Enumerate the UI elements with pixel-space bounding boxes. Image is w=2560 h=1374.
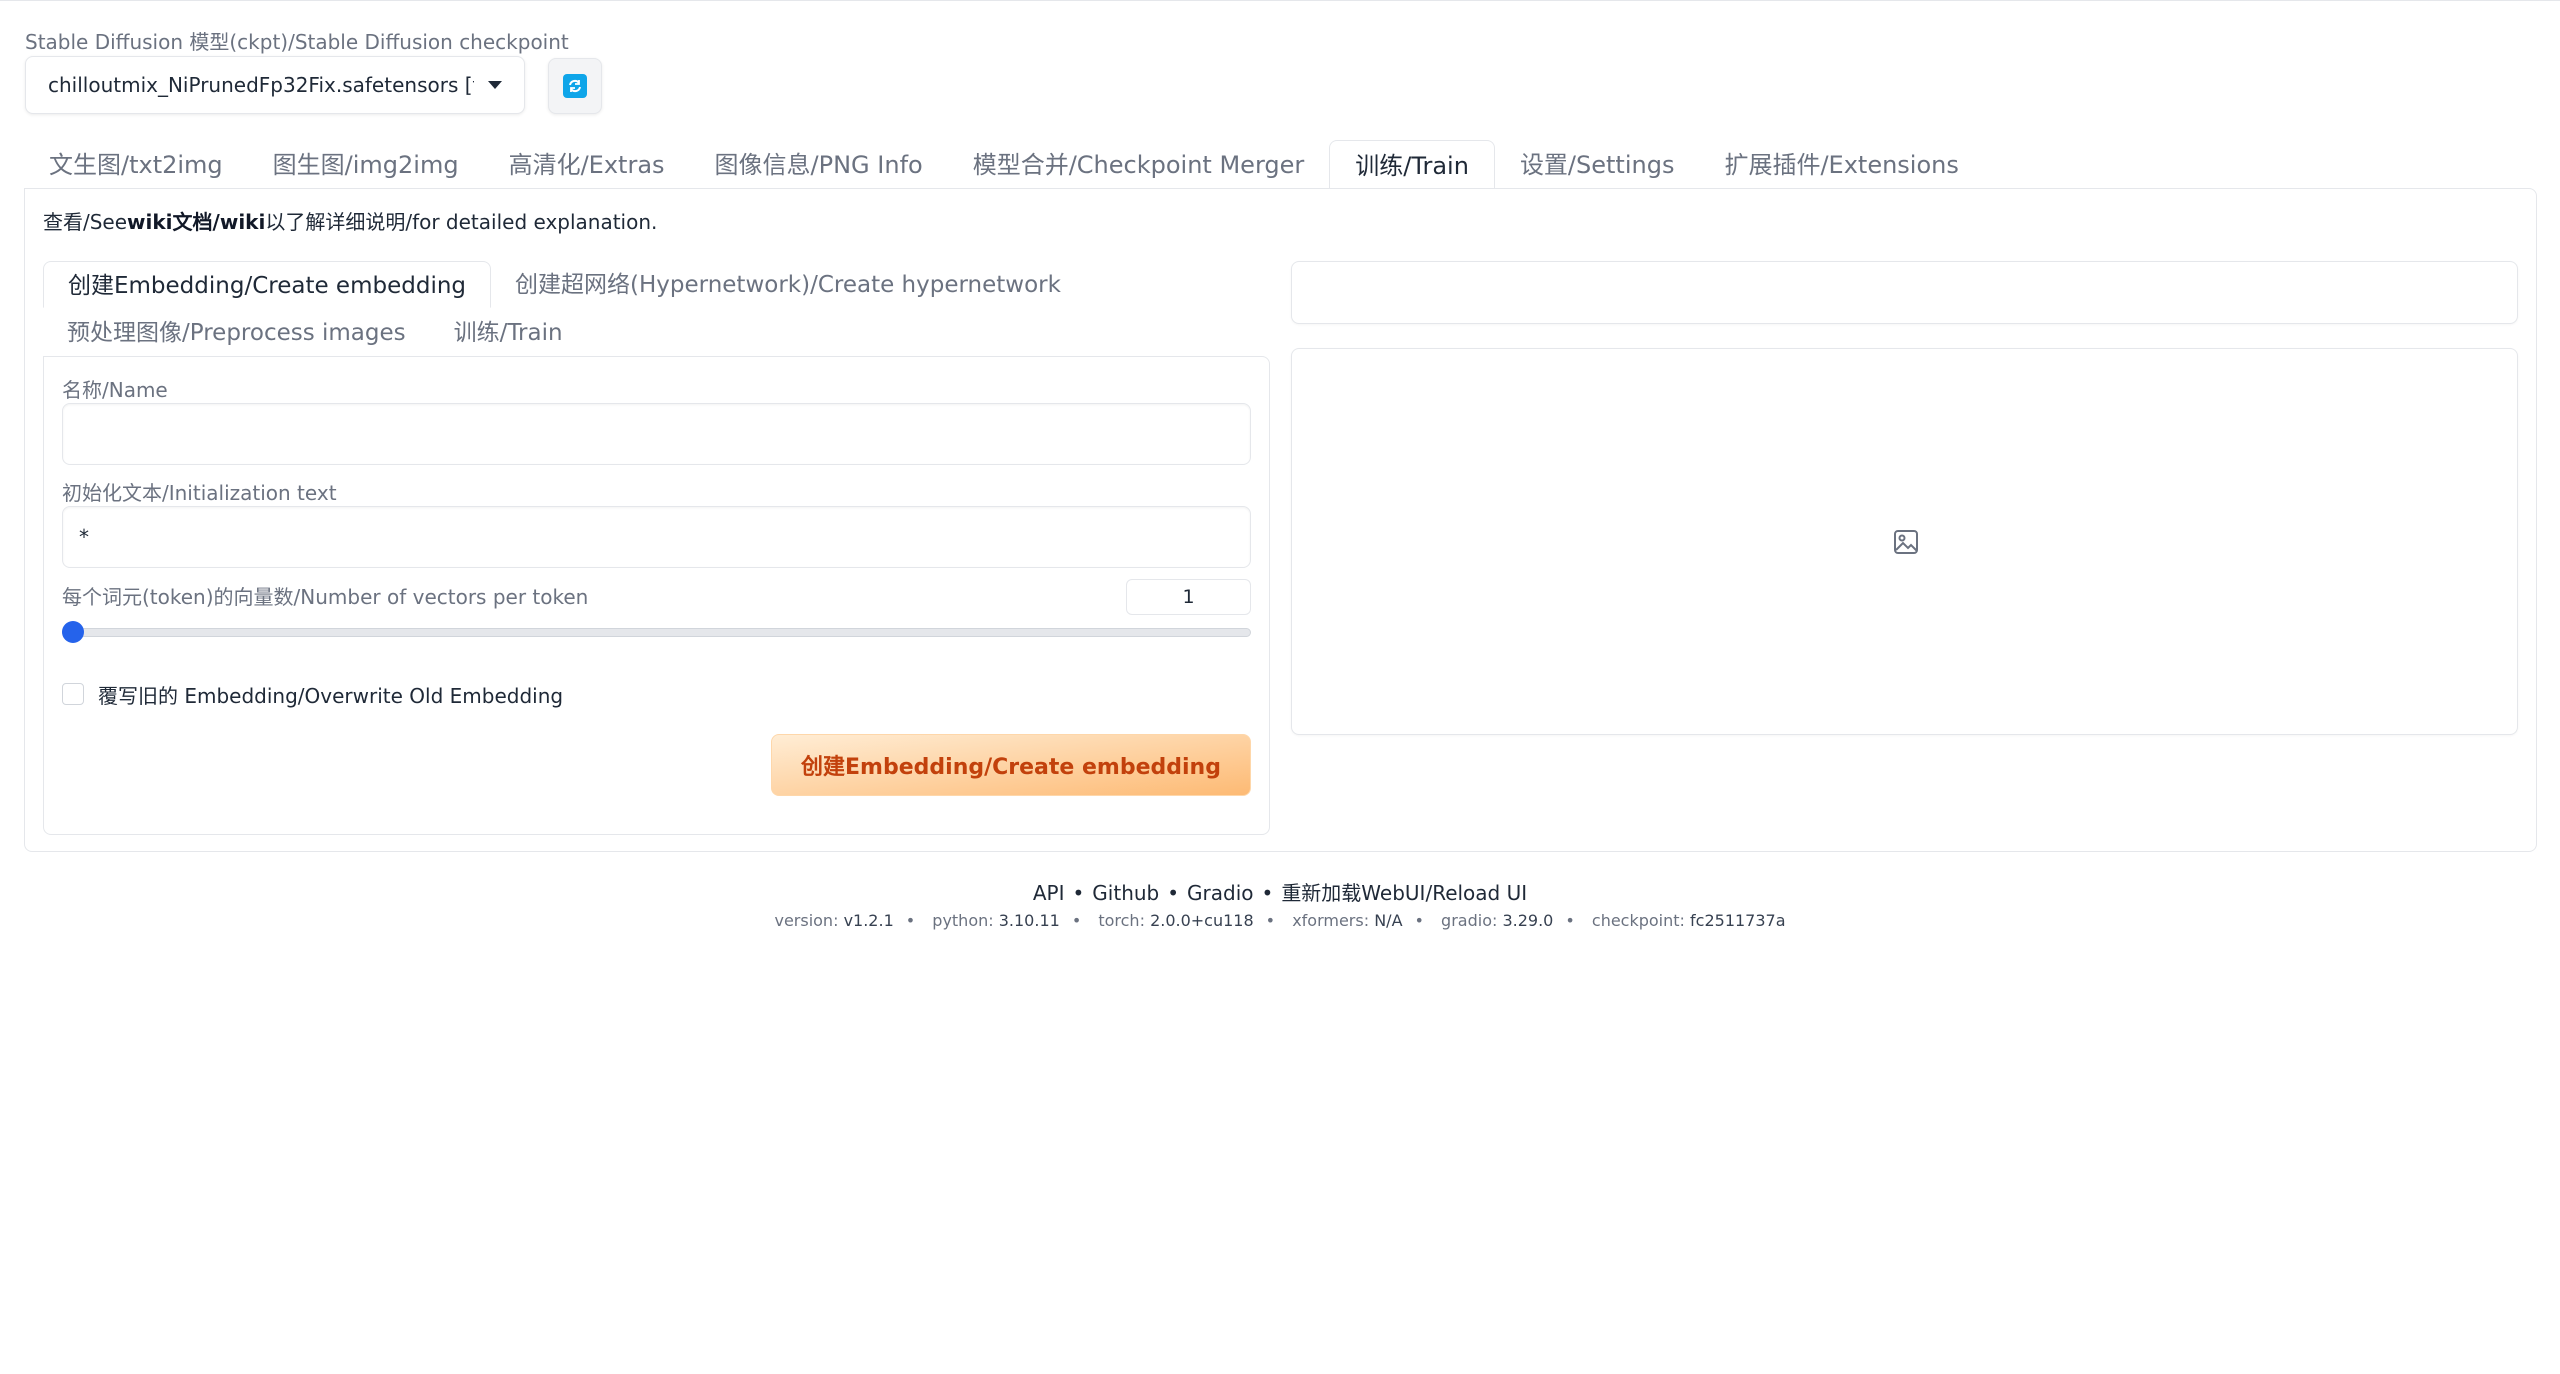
footer-separator: • [1167, 881, 1180, 905]
python-value: 3.10.11 [998, 911, 1060, 930]
torch-key: torch: [1098, 911, 1145, 930]
checkpoint-selected-value: chilloutmix_NiPrunedFp32Fix.safetensors … [48, 73, 474, 97]
tab-extensions[interactable]: 扩展插件/Extensions [1699, 140, 1983, 188]
vectors-per-token-label: 每个词元(token)的向量数/Number of vectors per to… [62, 585, 589, 609]
wiki-info: 查看/Seewiki文档/wiki以了解详细说明/for detailed ex… [43, 206, 657, 235]
version-separator: • [905, 911, 916, 930]
output-message-box [1291, 261, 2518, 324]
tab-img2img[interactable]: 图生图/img2img [248, 140, 484, 188]
checkpoint-dropdown[interactable]: chilloutmix_NiPrunedFp32Fix.safetensors … [25, 56, 525, 114]
footer-separator: • [1072, 881, 1085, 905]
version-key: version: [774, 911, 839, 930]
subtabs-row-1: 创建Embedding/Create embedding 创建超网络(Hyper… [43, 261, 1085, 309]
torch-value: 2.0.0+cu118 [1150, 911, 1254, 930]
version-value: v1.2.1 [843, 911, 894, 930]
tab-checkpoint-merger[interactable]: 模型合并/Checkpoint Merger [948, 140, 1330, 188]
footer-link-api[interactable]: API [1033, 881, 1065, 905]
tab-txt2img[interactable]: 文生图/txt2img [24, 140, 248, 188]
wiki-prefix: 查看/See [43, 210, 128, 234]
chevron-down-icon [488, 81, 502, 89]
footer-link-reload-ui[interactable]: 重新加载WebUI/Reload UI [1281, 881, 1527, 905]
init-text-label: 初始化文本/Initialization text [62, 481, 337, 505]
wiki-link[interactable]: wiki文档/wiki [127, 210, 265, 234]
footer-link-gradio[interactable]: Gradio [1187, 881, 1253, 905]
checkpoint-hash-value: fc2511737a [1690, 911, 1786, 930]
checkpoint-key: checkpoint: [1591, 911, 1685, 930]
xformers-value: N/A [1374, 911, 1403, 930]
slider-thumb[interactable] [62, 621, 84, 643]
version-separator: • [1565, 911, 1575, 930]
subtab-train[interactable]: 训练/Train [430, 309, 587, 356]
checkpoint-label: Stable Diffusion 模型(ckpt)/Stable Diffusi… [25, 30, 569, 54]
subtabs-row-2: 预处理图像/Preprocess images 训练/Train [43, 309, 587, 357]
subtab-create-hypernetwork[interactable]: 创建超网络(Hypernetwork)/Create hypernetwork [491, 261, 1085, 308]
main-tabs: 文生图/txt2img 图生图/img2img 高清化/Extras 图像信息/… [24, 140, 1984, 189]
version-separator: • [1071, 911, 1082, 930]
image-placeholder-icon [1892, 528, 1920, 556]
tab-png-info[interactable]: 图像信息/PNG Info [690, 140, 948, 188]
vectors-per-token-slider[interactable] [62, 628, 1251, 637]
name-label: 名称/Name [62, 378, 168, 402]
subtab-create-embedding[interactable]: 创建Embedding/Create embedding [43, 261, 492, 308]
xformers-key: xformers: [1292, 911, 1370, 930]
gradio-value: 3.29.0 [1502, 911, 1554, 930]
vectors-per-token-number[interactable]: 1 [1126, 579, 1251, 615]
tab-train[interactable]: 训练/Train [1329, 140, 1495, 189]
refresh-checkpoint-button[interactable] [548, 58, 602, 114]
tab-extras[interactable]: 高清化/Extras [484, 140, 690, 188]
tab-settings[interactable]: 设置/Settings [1495, 140, 1700, 188]
create-embedding-button[interactable]: 创建Embedding/Create embedding [771, 734, 1251, 796]
python-key: python: [932, 911, 994, 930]
overwrite-embedding-label: 覆写旧的 Embedding/Overwrite Old Embedding [98, 684, 564, 708]
overwrite-embedding-checkbox[interactable] [62, 683, 84, 705]
footer-links: API • Github • Gradio • 重新加载WebUI/Reload UI [0, 877, 2560, 906]
name-input[interactable] [62, 403, 1251, 465]
version-separator: • [1265, 911, 1276, 930]
version-separator: • [1414, 911, 1424, 930]
gradio-key: gradio: [1441, 911, 1498, 930]
footer-link-github[interactable]: Github [1092, 881, 1159, 905]
init-text-input[interactable] [62, 506, 1251, 568]
refresh-icon [563, 74, 587, 98]
footer-separator: • [1261, 881, 1274, 905]
wiki-suffix: 以了解详细说明/for detailed explanation. [265, 210, 658, 234]
version-info: version: v1.2.1 • python: 3.10.11 • torch:… [0, 911, 2560, 930]
subtab-preprocess-images[interactable]: 预处理图像/Preprocess images [43, 309, 430, 356]
top-border [0, 0, 2560, 1]
